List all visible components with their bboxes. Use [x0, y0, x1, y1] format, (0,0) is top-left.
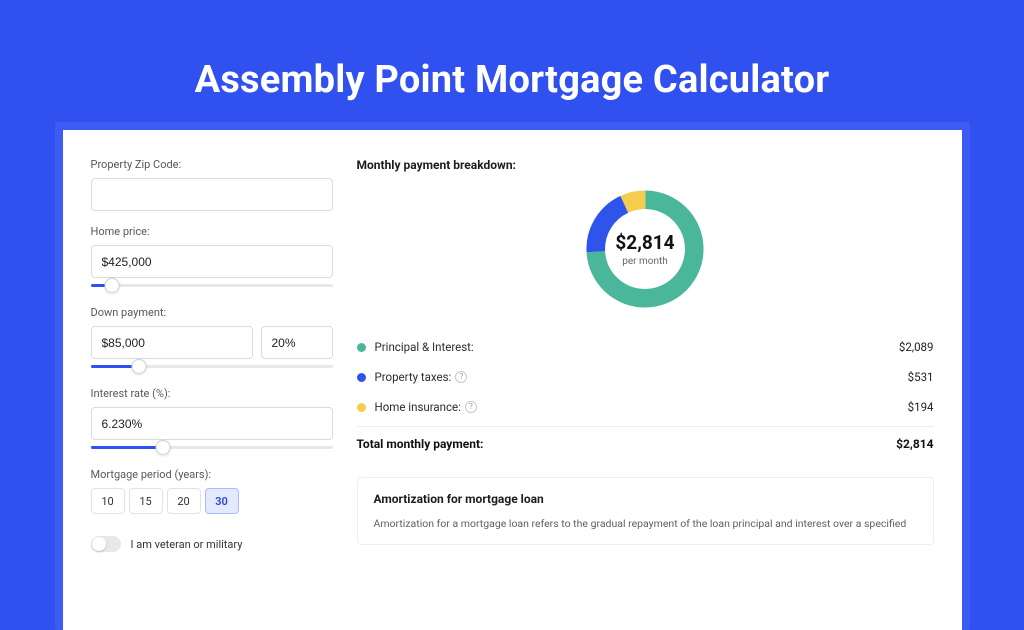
amortization-text: Amortization for a mortgage loan refers … — [374, 516, 917, 532]
down-slider-thumb[interactable] — [131, 359, 146, 374]
zip-label: Property Zip Code: — [91, 158, 333, 171]
info-icon[interactable]: ? — [455, 371, 467, 383]
legend-value-principal: $2,089 — [899, 340, 934, 354]
legend-label-insurance: Home insurance: — [375, 400, 461, 414]
veteran-toggle[interactable] — [91, 536, 121, 552]
total-value: $2,814 — [896, 437, 933, 451]
legend-value-insurance: $194 — [908, 400, 934, 414]
legend-label-principal: Principal & Interest: — [375, 340, 474, 354]
period-option-20[interactable]: 20 — [167, 488, 201, 514]
dot-icon — [357, 343, 366, 352]
zip-input[interactable] — [91, 178, 333, 211]
donut-chart: $2,814 per month — [580, 184, 710, 314]
donut-sub: per month — [622, 256, 668, 267]
legend-row-insurance: Home insurance: ? $194 — [357, 392, 934, 422]
breakdown-panel: Monthly payment breakdown: $2,814 per mo… — [357, 158, 934, 610]
price-label: Home price: — [91, 225, 333, 238]
amortization-title: Amortization for mortgage loan — [374, 492, 917, 506]
legend-row-taxes: Property taxes: ? $531 — [357, 362, 934, 392]
legend-value-taxes: $531 — [908, 370, 934, 384]
period-option-15[interactable]: 15 — [129, 488, 163, 514]
total-row: Total monthly payment: $2,814 — [357, 426, 934, 459]
down-label: Down payment: — [91, 306, 333, 319]
rate-input[interactable] — [91, 407, 333, 440]
info-icon[interactable]: ? — [465, 401, 477, 413]
dot-icon — [357, 403, 366, 412]
donut-amount: $2,814 — [615, 231, 674, 254]
dot-icon — [357, 373, 366, 382]
period-options: 10 15 20 30 — [91, 488, 333, 514]
down-slider[interactable] — [91, 361, 333, 373]
rate-label: Interest rate (%): — [91, 387, 333, 400]
rate-slider-thumb[interactable] — [156, 440, 171, 455]
breakdown-title: Monthly payment breakdown: — [357, 158, 934, 172]
rate-slider[interactable] — [91, 442, 333, 454]
veteran-label: I am veteran or military — [131, 538, 243, 551]
legend-label-taxes: Property taxes: — [375, 370, 452, 384]
legend-row-principal: Principal & Interest: $2,089 — [357, 332, 934, 362]
period-option-10[interactable]: 10 — [91, 488, 125, 514]
price-slider[interactable] — [91, 280, 333, 292]
price-slider-thumb[interactable] — [105, 278, 120, 293]
down-pct-input[interactable] — [261, 326, 333, 359]
page-title: Assembly Point Mortgage Calculator — [0, 58, 1024, 102]
calculator-frame: Property Zip Code: Home price: Down paym… — [55, 122, 970, 630]
period-option-30[interactable]: 30 — [205, 488, 239, 514]
amortization-box: Amortization for mortgage loan Amortizat… — [357, 477, 934, 545]
form-panel: Property Zip Code: Home price: Down paym… — [91, 158, 333, 610]
period-label: Mortgage period (years): — [91, 468, 333, 481]
price-input[interactable] — [91, 245, 333, 278]
down-amount-input[interactable] — [91, 326, 253, 359]
calculator-card: Property Zip Code: Home price: Down paym… — [63, 130, 962, 630]
total-label: Total monthly payment: — [357, 437, 897, 451]
